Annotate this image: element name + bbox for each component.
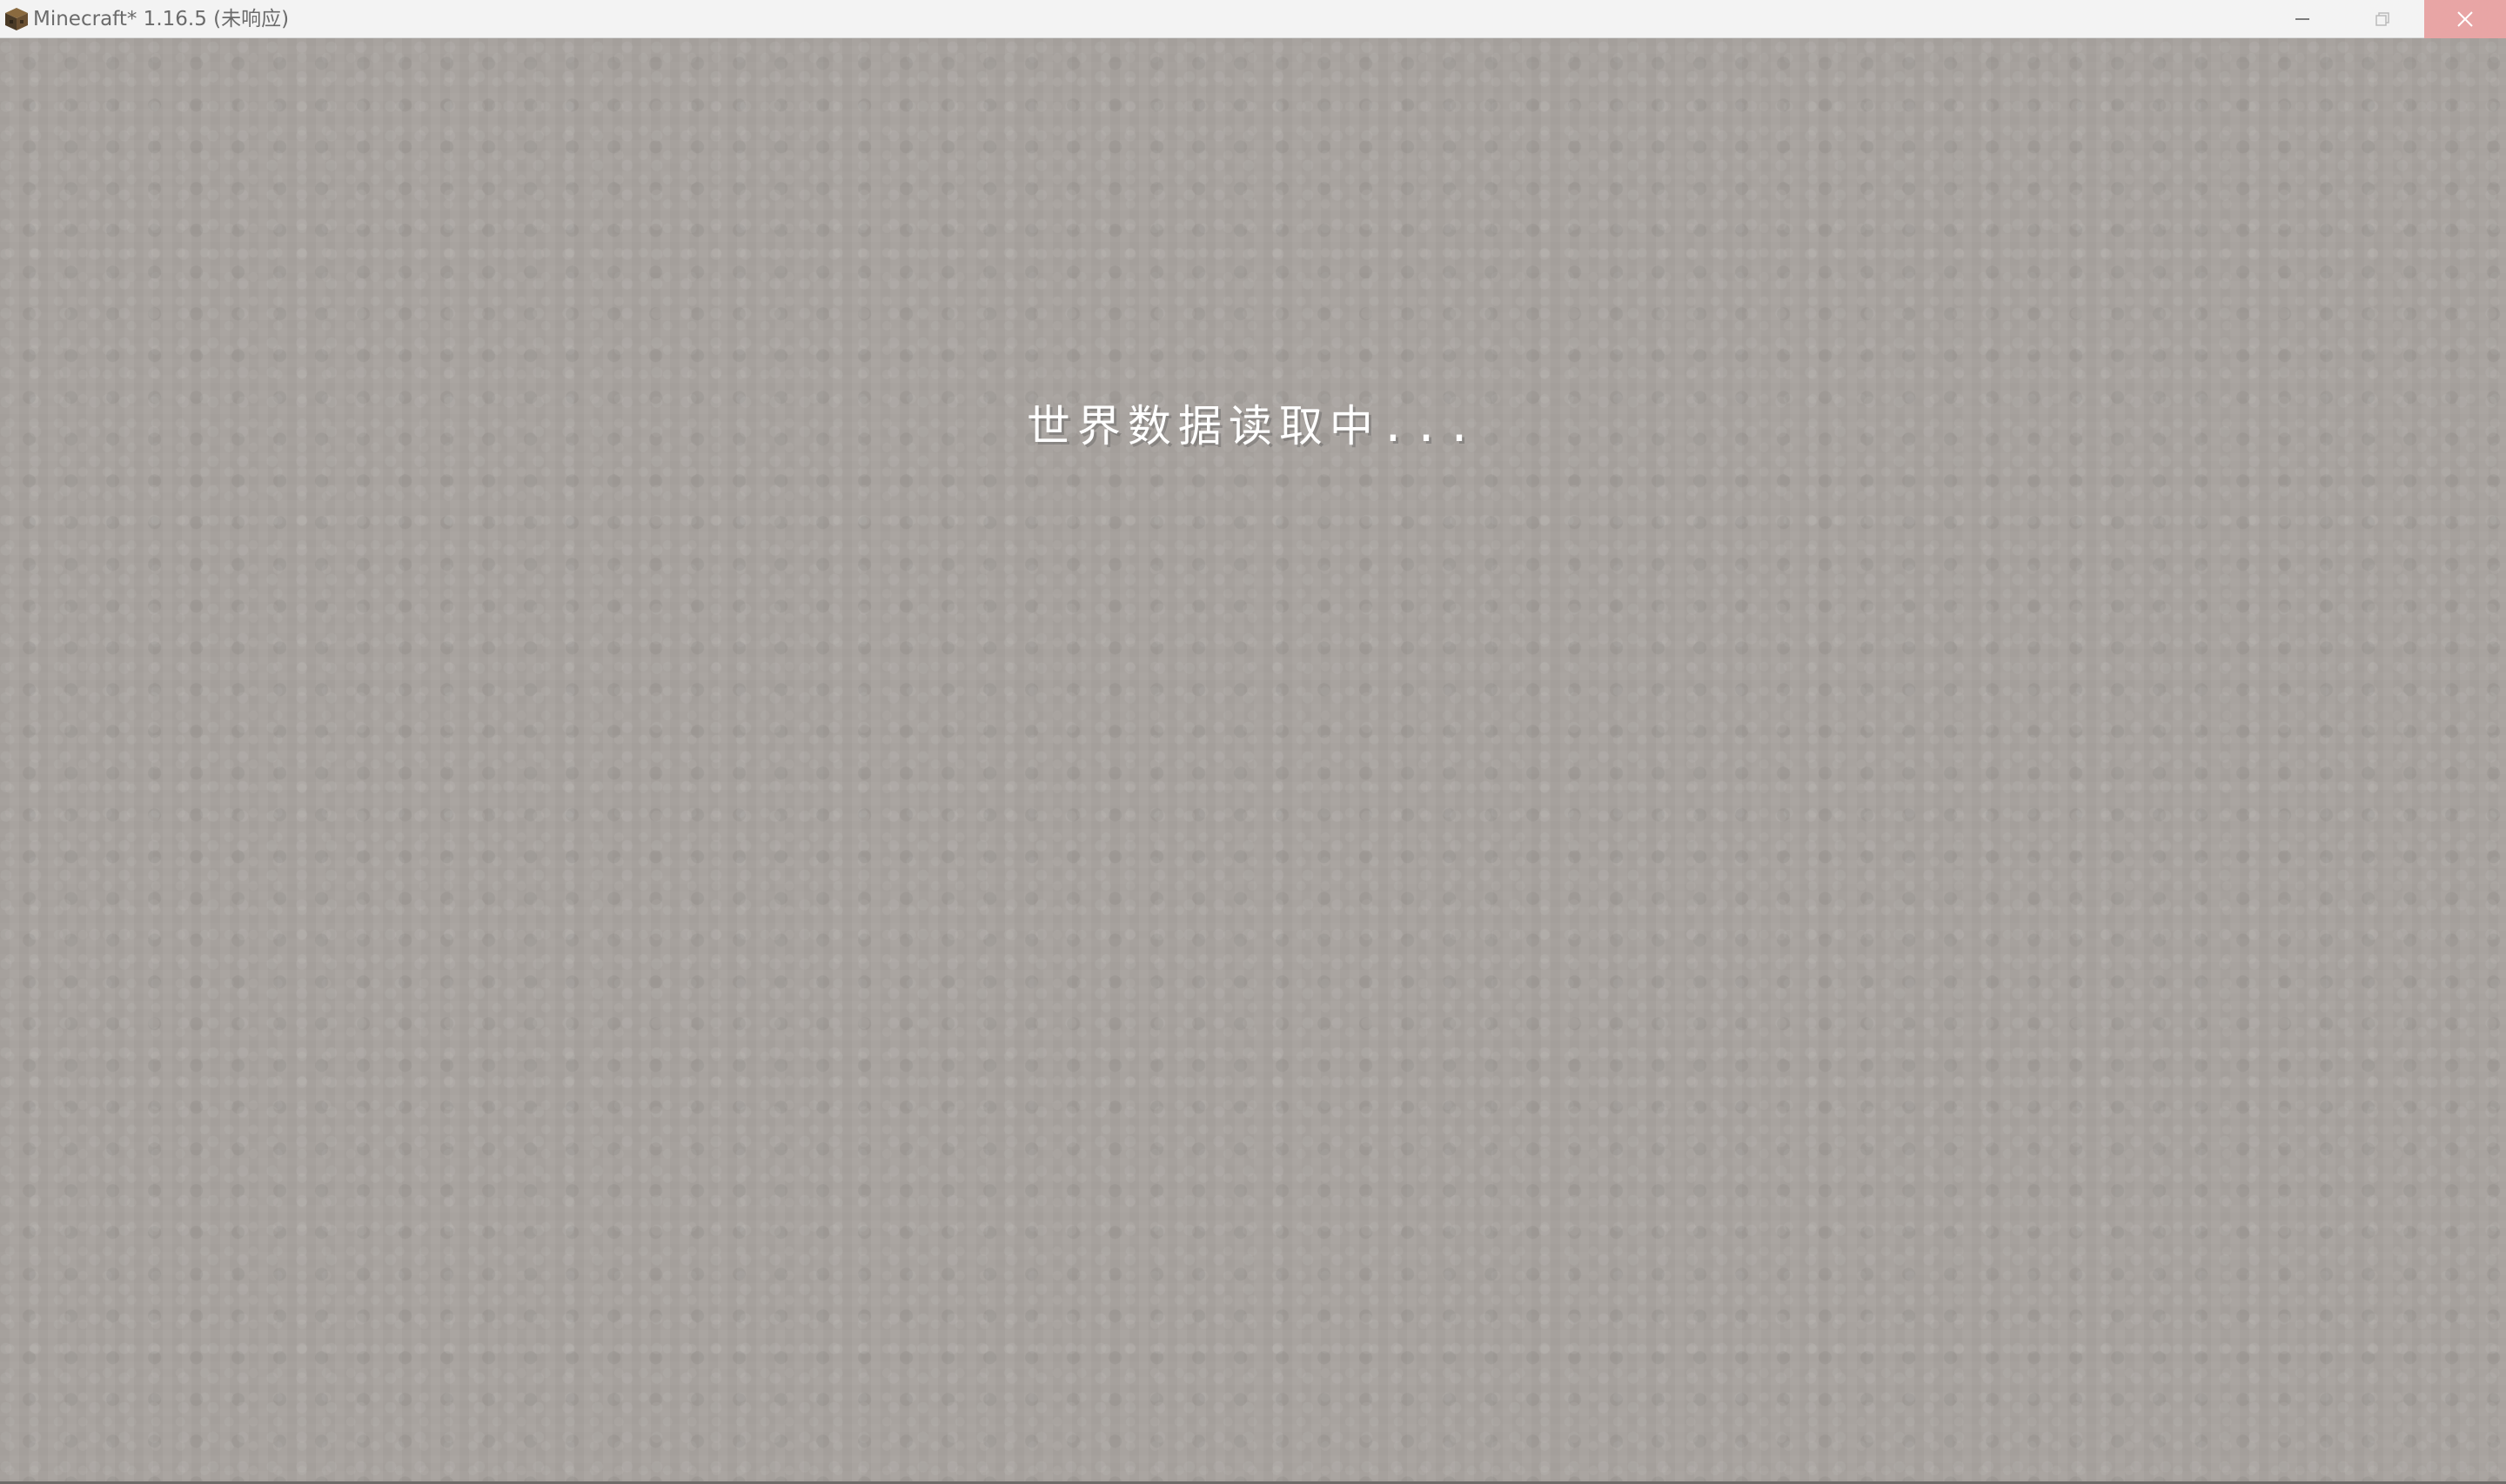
window-titlebar[interactable]: Minecraft* 1.16.5 (未响应) [0,0,2506,38]
close-icon [2457,11,2473,27]
maximize-button[interactable] [2342,0,2422,38]
minecraft-block-icon [5,8,28,30]
close-button[interactable] [2424,0,2506,38]
minimize-icon [2295,18,2309,20]
minecraft-window: Minecraft* 1.16.5 (未响应) 世界数据读取中... [0,0,2506,1484]
window-title: Minecraft* 1.16.5 (未响应) [33,8,290,30]
restore-icon [2375,12,2389,26]
game-viewport[interactable]: 世界数据读取中... [0,38,2506,1484]
minimize-button[interactable] [2262,0,2342,38]
loading-message: 世界数据读取中... [1026,401,1480,451]
